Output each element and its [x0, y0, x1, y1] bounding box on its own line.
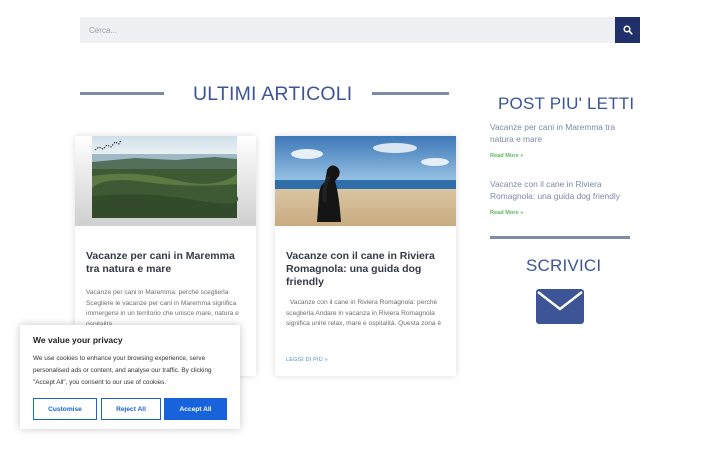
popular-post-title[interactable]: Vacanze per cani in Maremma tra natura e…	[490, 122, 640, 145]
article-title[interactable]: Vacanze con il cane in Riviera Romagnola…	[286, 250, 446, 289]
search-button[interactable]	[615, 17, 640, 43]
search-input[interactable]	[80, 17, 615, 43]
article-image-riviera[interactable]	[275, 136, 456, 226]
search-icon	[622, 25, 633, 35]
popular-post-read-more[interactable]: Read More »	[490, 210, 523, 216]
cookie-title: We value your privacy	[33, 335, 123, 345]
search-bar	[80, 17, 640, 43]
article-excerpt: Vacanze con il cane in Riviera Romagnola…	[286, 299, 442, 327]
article-excerpt: Vacanze per cani in Maremma: perché sceg…	[86, 289, 239, 328]
sidebar-divider	[490, 236, 630, 239]
reject-all-button[interactable]: Reject All	[101, 398, 161, 420]
popular-post-title[interactable]: Vacanze con il cane in Riviera Romagnola…	[490, 179, 640, 202]
contact-title: SCRIVICI	[526, 256, 602, 275]
read-more-link[interactable]: LEGGI DI PIÙ »	[286, 357, 328, 363]
cookie-consent-banner: We value your privacy We use cookies to …	[20, 325, 240, 429]
article-title[interactable]: Vacanze per cani in Maremma tra natura e…	[86, 250, 246, 276]
envelope-icon[interactable]	[536, 289, 584, 324]
section-divider-left	[80, 92, 164, 95]
customise-button[interactable]: Customise	[33, 398, 97, 420]
cookie-text: We use cookies to enhance your browsing …	[33, 355, 212, 386]
accept-all-button[interactable]: Accept All	[164, 398, 227, 420]
section-title: ULTIMI ARTICOLI	[193, 83, 353, 105]
popular-posts-title: POST PIU' LETTI	[498, 94, 635, 113]
popular-post-read-more[interactable]: Read More »	[490, 153, 523, 159]
section-divider-right	[372, 92, 449, 95]
article-image-maremma[interactable]	[75, 136, 256, 226]
article-card[interactable]: Vacanze con il cane in Riviera Romagnola…	[275, 136, 456, 376]
